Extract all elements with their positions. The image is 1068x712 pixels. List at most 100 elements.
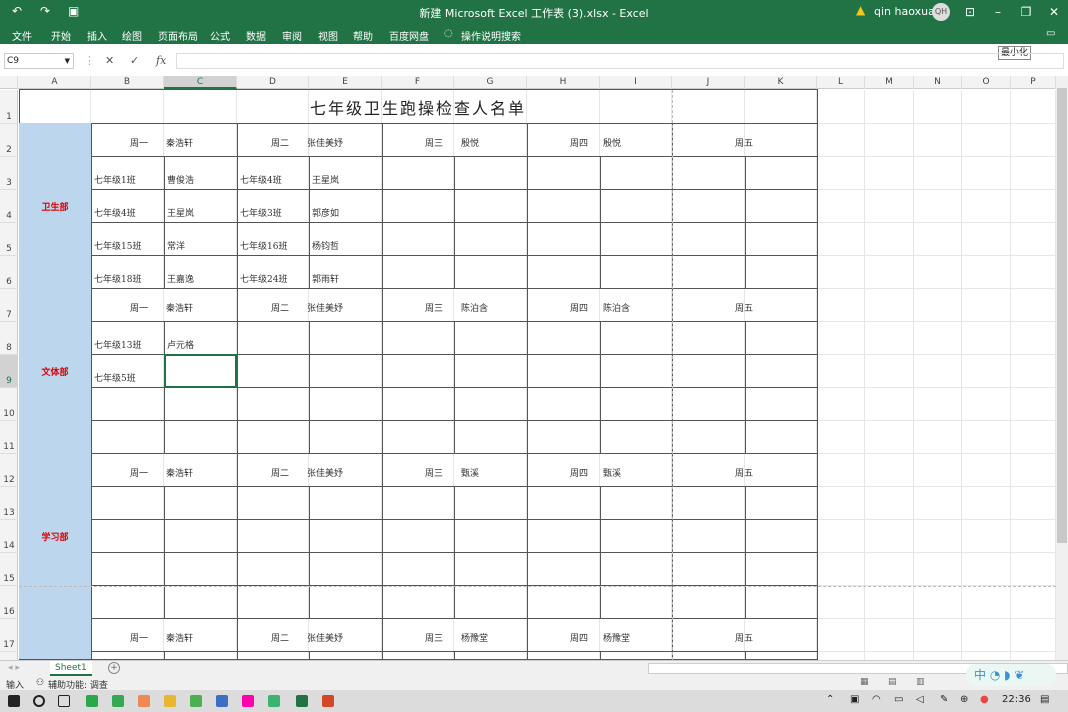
row-header-6[interactable]: 6 bbox=[0, 256, 18, 289]
pen-icon[interactable]: ✎ bbox=[940, 694, 948, 705]
enter-icon[interactable]: ✓ bbox=[130, 54, 139, 67]
cell-text[interactable]: 七年级15班 bbox=[94, 239, 141, 252]
section-header-text[interactable]: 周三 bbox=[425, 466, 443, 479]
cell-text[interactable]: 七年级24班 bbox=[240, 272, 287, 285]
row-header-10[interactable]: 10 bbox=[0, 388, 18, 421]
language-icon[interactable]: ⊕ bbox=[960, 694, 968, 705]
section-header-text[interactable]: 杨豫堂 bbox=[461, 631, 488, 644]
section-header-text[interactable]: 周五 bbox=[735, 301, 753, 314]
section-header-text[interactable]: 张佳美妤 bbox=[307, 136, 343, 149]
cell-text[interactable]: 七年级13班 bbox=[94, 338, 141, 351]
sheet-title[interactable]: 七年级卫生跑操检查人名单 bbox=[19, 95, 817, 119]
section-header-text[interactable]: 甄溪 bbox=[461, 466, 479, 479]
battery-icon[interactable]: ▭ bbox=[894, 694, 903, 705]
cell-text[interactable]: 王嘉逸 bbox=[167, 272, 194, 285]
section-header-text[interactable]: 张佳美妤 bbox=[307, 466, 343, 479]
section-header-text[interactable]: 张佳美妤 bbox=[307, 301, 343, 314]
menu-data[interactable]: 数据 bbox=[246, 28, 266, 43]
column-header-i[interactable]: I bbox=[600, 76, 672, 89]
restore-button[interactable]: ❐ bbox=[1014, 2, 1038, 22]
section-header-text[interactable]: 周二 bbox=[271, 631, 289, 644]
cell-text[interactable]: 七年级3班 bbox=[240, 206, 282, 219]
section-header-text[interactable]: 秦浩轩 bbox=[166, 301, 193, 314]
wechat-icon[interactable] bbox=[268, 695, 280, 707]
column-header-k[interactable]: K bbox=[745, 76, 817, 89]
section-header-text[interactable]: 周一 bbox=[130, 301, 148, 314]
column-header-b[interactable]: B bbox=[91, 76, 164, 89]
column-header-l[interactable]: L bbox=[817, 76, 865, 89]
row-header-5[interactable]: 5 bbox=[0, 223, 18, 256]
section-header-text[interactable]: 周二 bbox=[271, 136, 289, 149]
section-header-text[interactable]: 周一 bbox=[130, 466, 148, 479]
section-header-text[interactable]: 周三 bbox=[425, 631, 443, 644]
name-box[interactable]: C9 ▼ bbox=[4, 53, 74, 69]
section-label-cell[interactable]: 文体部 bbox=[19, 288, 91, 454]
menu-draw[interactable]: 绘图 bbox=[122, 28, 142, 43]
menu-formulas[interactable]: 公式 bbox=[210, 28, 230, 43]
section-header-text[interactable]: 陈泊含 bbox=[603, 301, 630, 314]
section-header-text[interactable]: 秦浩轩 bbox=[166, 136, 193, 149]
minimize-button[interactable]: – bbox=[986, 2, 1010, 22]
section-header-text[interactable]: 周五 bbox=[735, 136, 753, 149]
volume-icon[interactable]: ◁ bbox=[916, 694, 924, 705]
normal-view-icon[interactable]: ▦ bbox=[860, 677, 869, 687]
tell-me-search[interactable]: 操作说明搜索 bbox=[461, 28, 521, 43]
tray-app-icon[interactable]: ▣ bbox=[850, 694, 859, 705]
column-header-o[interactable]: O bbox=[962, 76, 1011, 89]
cell-text[interactable]: 七年级4班 bbox=[94, 206, 136, 219]
insert-function-icon[interactable]: fx bbox=[156, 54, 166, 67]
comments-icon[interactable]: ▭ bbox=[1046, 28, 1055, 39]
cell-text[interactable]: 卢元格 bbox=[167, 338, 194, 351]
column-header-g[interactable]: G bbox=[454, 76, 527, 89]
section-header-text[interactable]: 甄溪 bbox=[603, 466, 621, 479]
chevron-down-icon[interactable]: ▼ bbox=[65, 54, 70, 68]
section-header-text[interactable]: 杨豫堂 bbox=[603, 631, 630, 644]
active-cell-c9[interactable] bbox=[164, 354, 237, 388]
menu-file[interactable]: 文件 bbox=[12, 28, 32, 43]
file-explorer-icon[interactable] bbox=[164, 695, 176, 707]
cell-text[interactable]: 杨钧哲 bbox=[312, 239, 339, 252]
warning-icon[interactable]: ▲ bbox=[856, 3, 865, 17]
close-button[interactable]: ✕ bbox=[1042, 2, 1066, 22]
page-layout-view-icon[interactable]: ▤ bbox=[888, 677, 897, 687]
column-header-c[interactable]: C bbox=[164, 76, 237, 89]
tab-scroll-icon[interactable]: ◂ ▸ bbox=[8, 663, 20, 673]
row-header-15[interactable]: 15 bbox=[0, 553, 18, 586]
app-icon[interactable] bbox=[86, 695, 98, 707]
section-header-text[interactable]: 周三 bbox=[425, 301, 443, 314]
row-header-2[interactable]: 2 bbox=[0, 124, 18, 157]
add-sheet-icon[interactable]: + bbox=[108, 662, 120, 674]
cell-text[interactable]: 七年级16班 bbox=[240, 239, 287, 252]
row-header-16[interactable]: 16 bbox=[0, 586, 18, 619]
section-label-cell[interactable] bbox=[19, 618, 91, 660]
app-color-icon[interactable] bbox=[242, 695, 254, 707]
column-header-e[interactable]: E bbox=[309, 76, 382, 89]
menu-help[interactable]: 帮助 bbox=[353, 28, 373, 43]
section-header-text[interactable]: 张佳美妤 bbox=[307, 631, 343, 644]
section-header-text[interactable]: 周二 bbox=[271, 466, 289, 479]
column-header-a[interactable]: A bbox=[19, 76, 91, 89]
menu-home[interactable]: 开始 bbox=[51, 28, 71, 43]
cell-text[interactable]: 七年级1班 bbox=[94, 173, 136, 186]
wifi-icon[interactable]: ◠ bbox=[872, 694, 881, 705]
column-header-h[interactable]: H bbox=[527, 76, 600, 89]
cell-text[interactable]: 常洋 bbox=[167, 239, 185, 252]
menu-view[interactable]: 视图 bbox=[318, 28, 338, 43]
excel-icon[interactable] bbox=[296, 695, 308, 707]
section-header-text[interactable]: 周四 bbox=[570, 466, 588, 479]
cell-text[interactable]: 七年级5班 bbox=[94, 371, 136, 384]
menu-page-layout[interactable]: 页面布局 bbox=[158, 28, 198, 43]
row-header-14[interactable]: 14 bbox=[0, 520, 18, 553]
cell-text[interactable]: 郭彦如 bbox=[312, 206, 339, 219]
section-header-text[interactable]: 周四 bbox=[570, 136, 588, 149]
row-header-1[interactable]: 1 bbox=[0, 90, 18, 124]
column-header-n[interactable]: N bbox=[914, 76, 962, 89]
store-app-icon[interactable] bbox=[138, 695, 150, 707]
section-header-text[interactable]: 周四 bbox=[570, 301, 588, 314]
section-header-text[interactable]: 周二 bbox=[271, 301, 289, 314]
sheet-tab[interactable]: Sheet1 bbox=[50, 661, 92, 676]
cell-text[interactable]: 曹俊浩 bbox=[167, 173, 194, 186]
menu-baidu-netdisk[interactable]: 百度网盘 bbox=[389, 28, 429, 43]
section-header-text[interactable]: 殷悦 bbox=[461, 136, 479, 149]
column-header-j[interactable]: J bbox=[672, 76, 745, 89]
